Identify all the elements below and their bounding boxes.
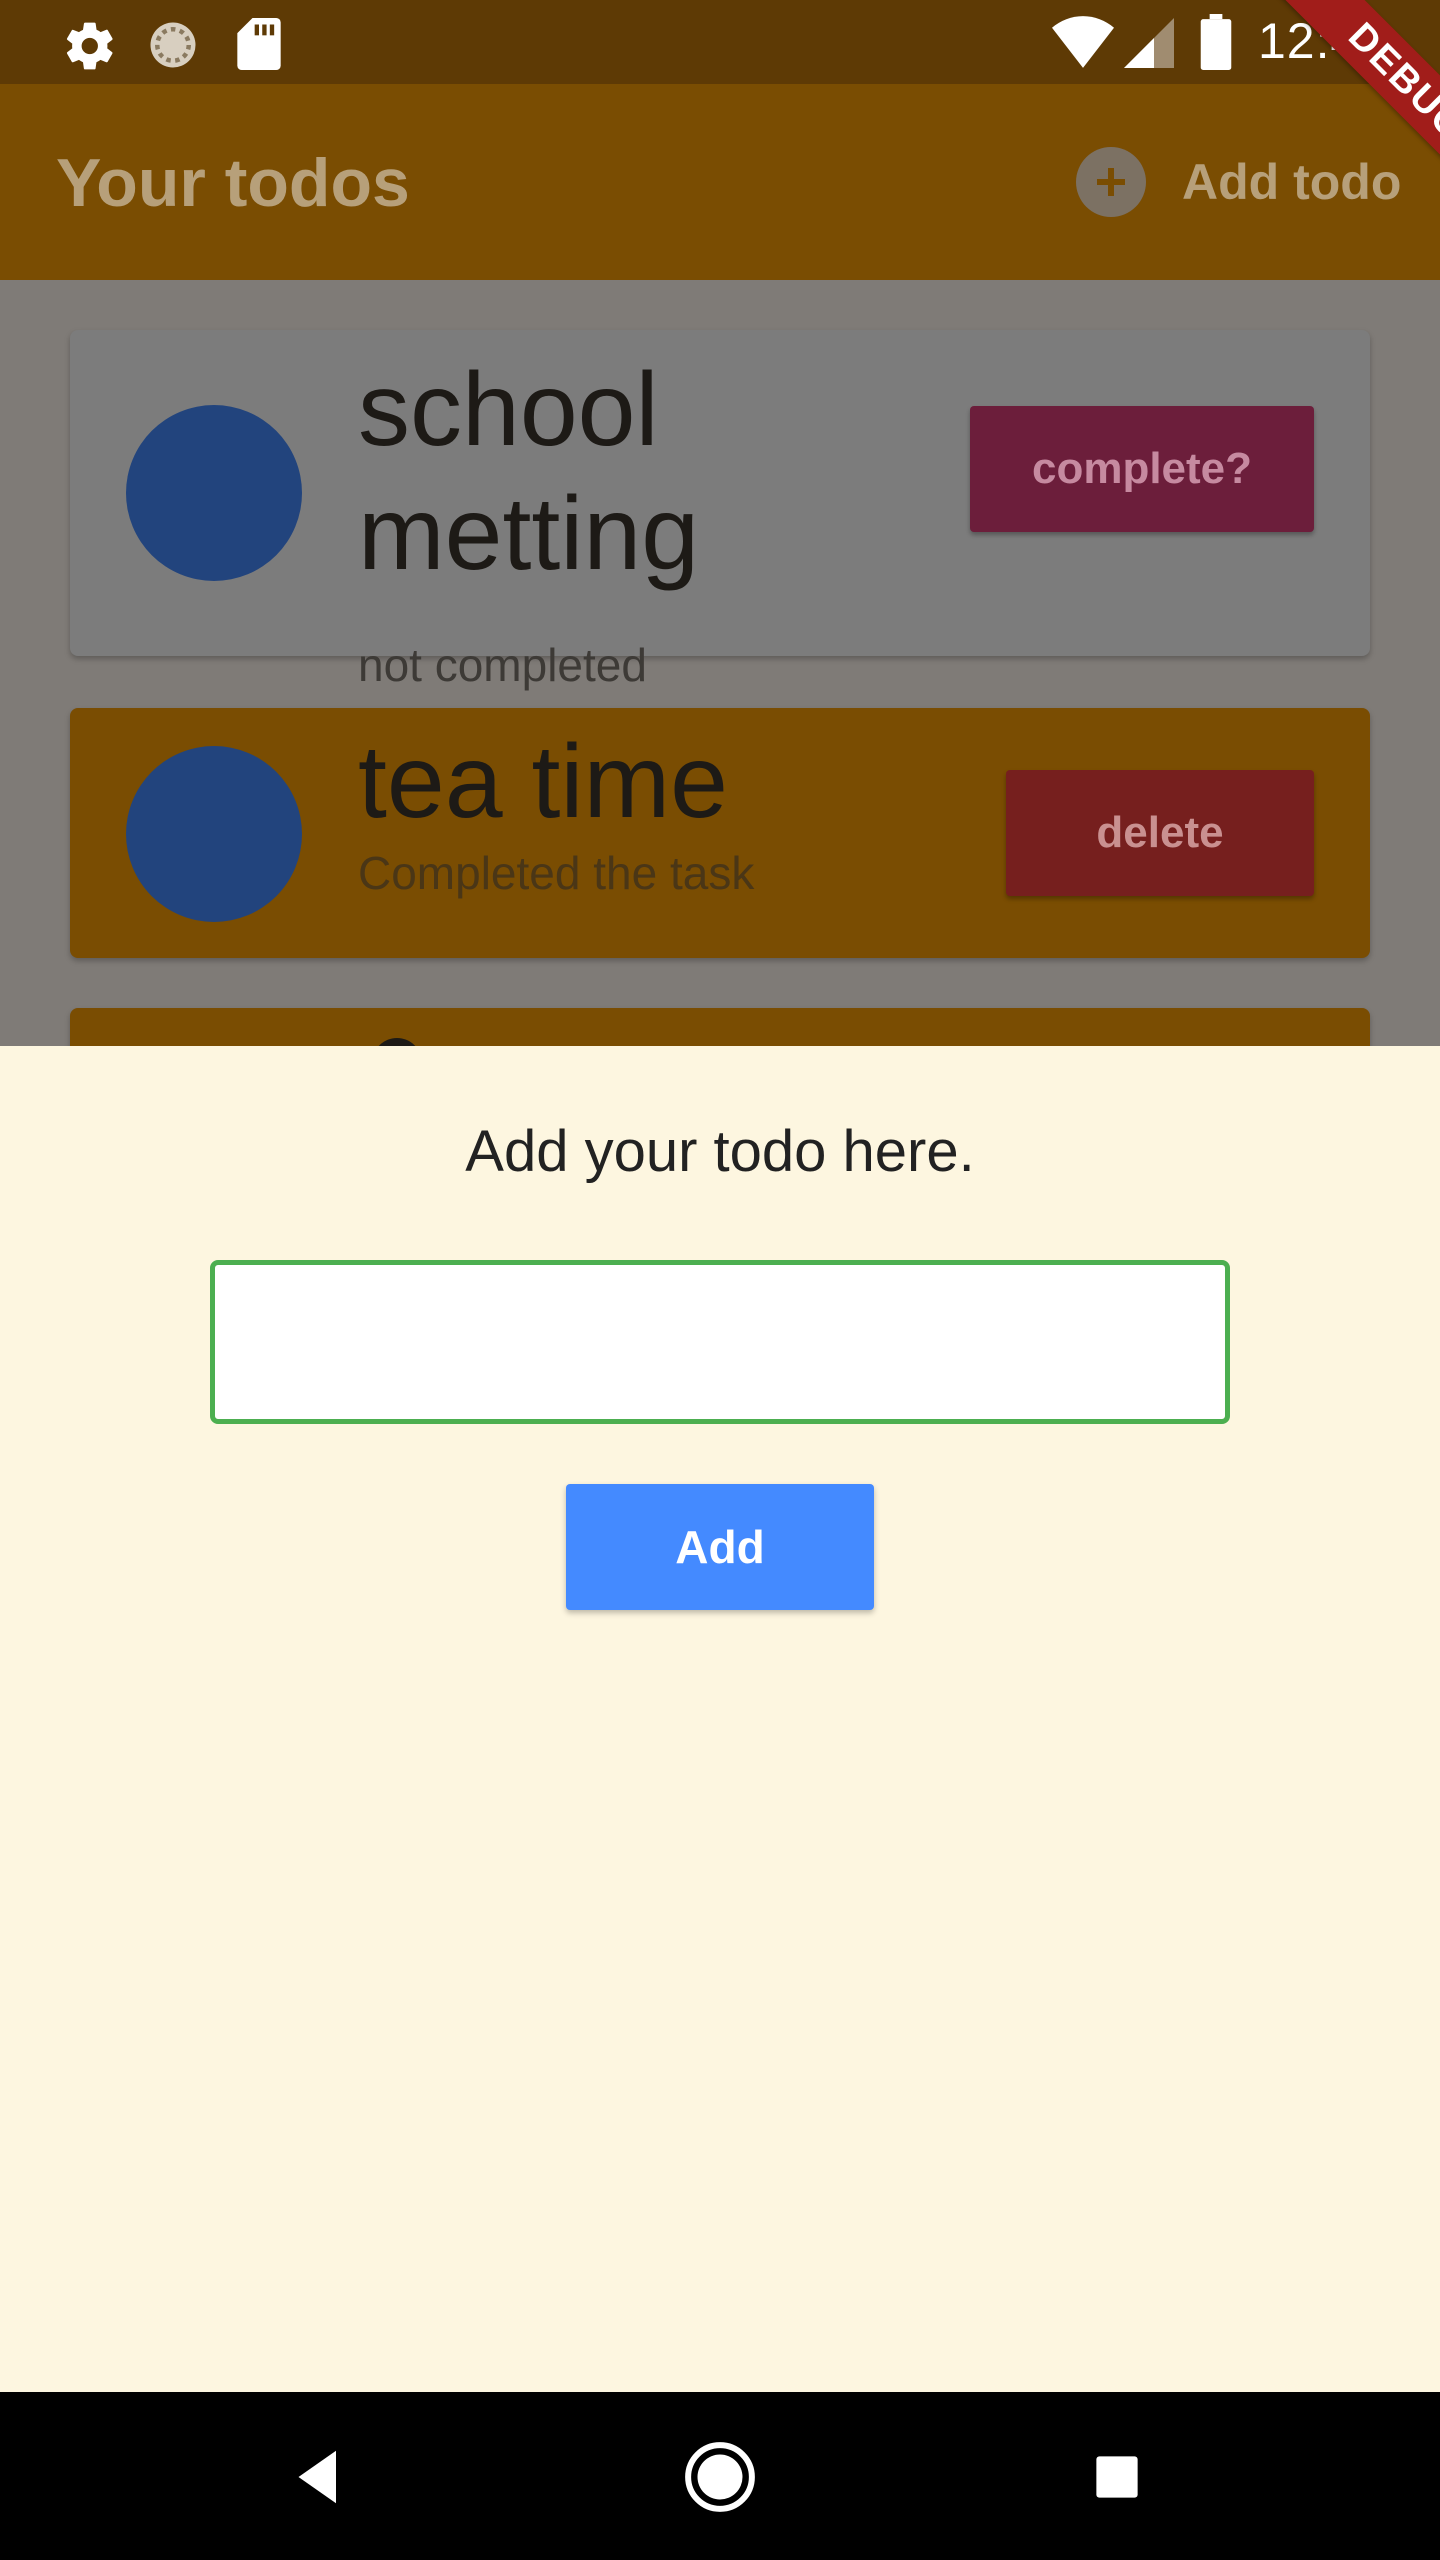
sheet-heading: Add your todo here. [465, 1119, 975, 1184]
battery-icon [1200, 14, 1232, 75]
recents-icon[interactable] [1072, 2432, 1162, 2522]
todo-title: school metting [358, 352, 700, 592]
cell-signal-icon [1124, 18, 1174, 73]
app-bar: Your todos Add todo [0, 84, 1440, 280]
complete-button[interactable]: complete? [970, 406, 1314, 532]
avatar [126, 746, 302, 922]
wifi-icon [1052, 16, 1114, 73]
todo-card: tea time Completed the task delete [70, 708, 1370, 958]
todo-status: Completed the task [358, 847, 755, 899]
back-icon[interactable] [276, 2432, 366, 2522]
avatar [372, 1038, 422, 1046]
add-todo-sheet: Add your todo here. Add [0, 1046, 1440, 2392]
todo-status: not completed [358, 639, 647, 691]
loading-icon [146, 18, 200, 77]
status-bar: 12:44 [0, 0, 1440, 84]
todo-card: school metting not completed complete? [70, 330, 1370, 691]
todo-input[interactable] [210, 1260, 1230, 1424]
todo-title: tea time [358, 724, 728, 840]
page-title: Your todos [56, 145, 410, 221]
add-circle-icon [1076, 147, 1146, 217]
add-todo-button[interactable]: Add todo [1076, 144, 1401, 220]
status-time: 12:44 [1258, 13, 1389, 69]
sd-card-icon [236, 18, 282, 75]
home-icon[interactable] [675, 2432, 765, 2522]
delete-button[interactable]: delete [1006, 770, 1314, 896]
nav-bar [0, 2392, 1440, 2560]
settings-icon [62, 18, 118, 79]
todo-list: school metting not completed complete? t… [0, 280, 1440, 1046]
avatar [126, 405, 302, 581]
add-button[interactable]: Add [566, 1484, 874, 1610]
todo-card [70, 1008, 1370, 1046]
add-todo-label: Add todo [1182, 154, 1402, 210]
